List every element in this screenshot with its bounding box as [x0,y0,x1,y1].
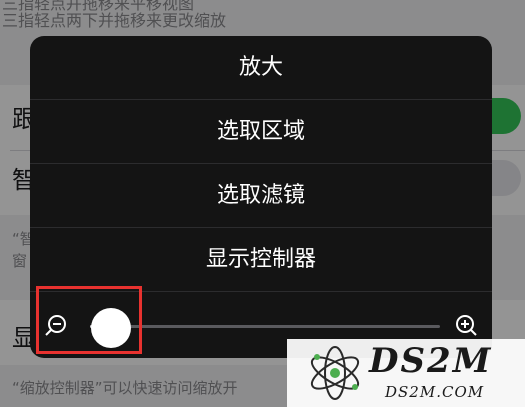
menu-item-choose-region[interactable]: 选取区域 [30,100,492,164]
zoom-slider-track[interactable] [90,325,440,328]
highlight-box [36,286,142,354]
menu-item-choose-filter[interactable]: 选取滤镜 [30,164,492,228]
zoom-in-icon[interactable] [454,314,478,338]
watermark: DS2M DS2M.COM [287,339,525,407]
atom-logo-icon [310,346,360,400]
watermark-title: DS2M [369,341,493,381]
watermark-subtitle: DS2M.COM [385,383,485,401]
menu-item-show-controller[interactable]: 显示控制器 [30,228,492,292]
menu-item-zoom-in[interactable]: 放大 [30,36,492,100]
